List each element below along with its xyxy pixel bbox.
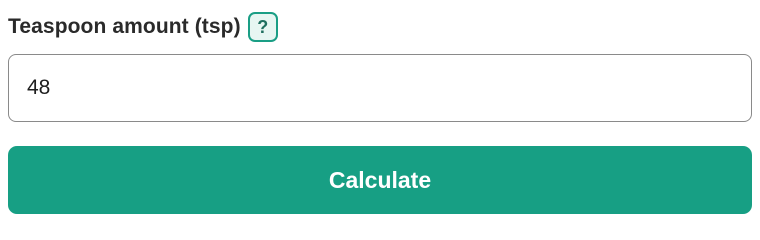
teaspoon-amount-input[interactable]	[8, 54, 752, 122]
calculate-button[interactable]: Calculate	[8, 146, 752, 214]
field-label-row: Teaspoon amount (tsp) ?	[8, 10, 278, 44]
help-button[interactable]: ?	[247, 12, 278, 42]
teaspoon-amount-label: Teaspoon amount (tsp)	[8, 15, 241, 38]
